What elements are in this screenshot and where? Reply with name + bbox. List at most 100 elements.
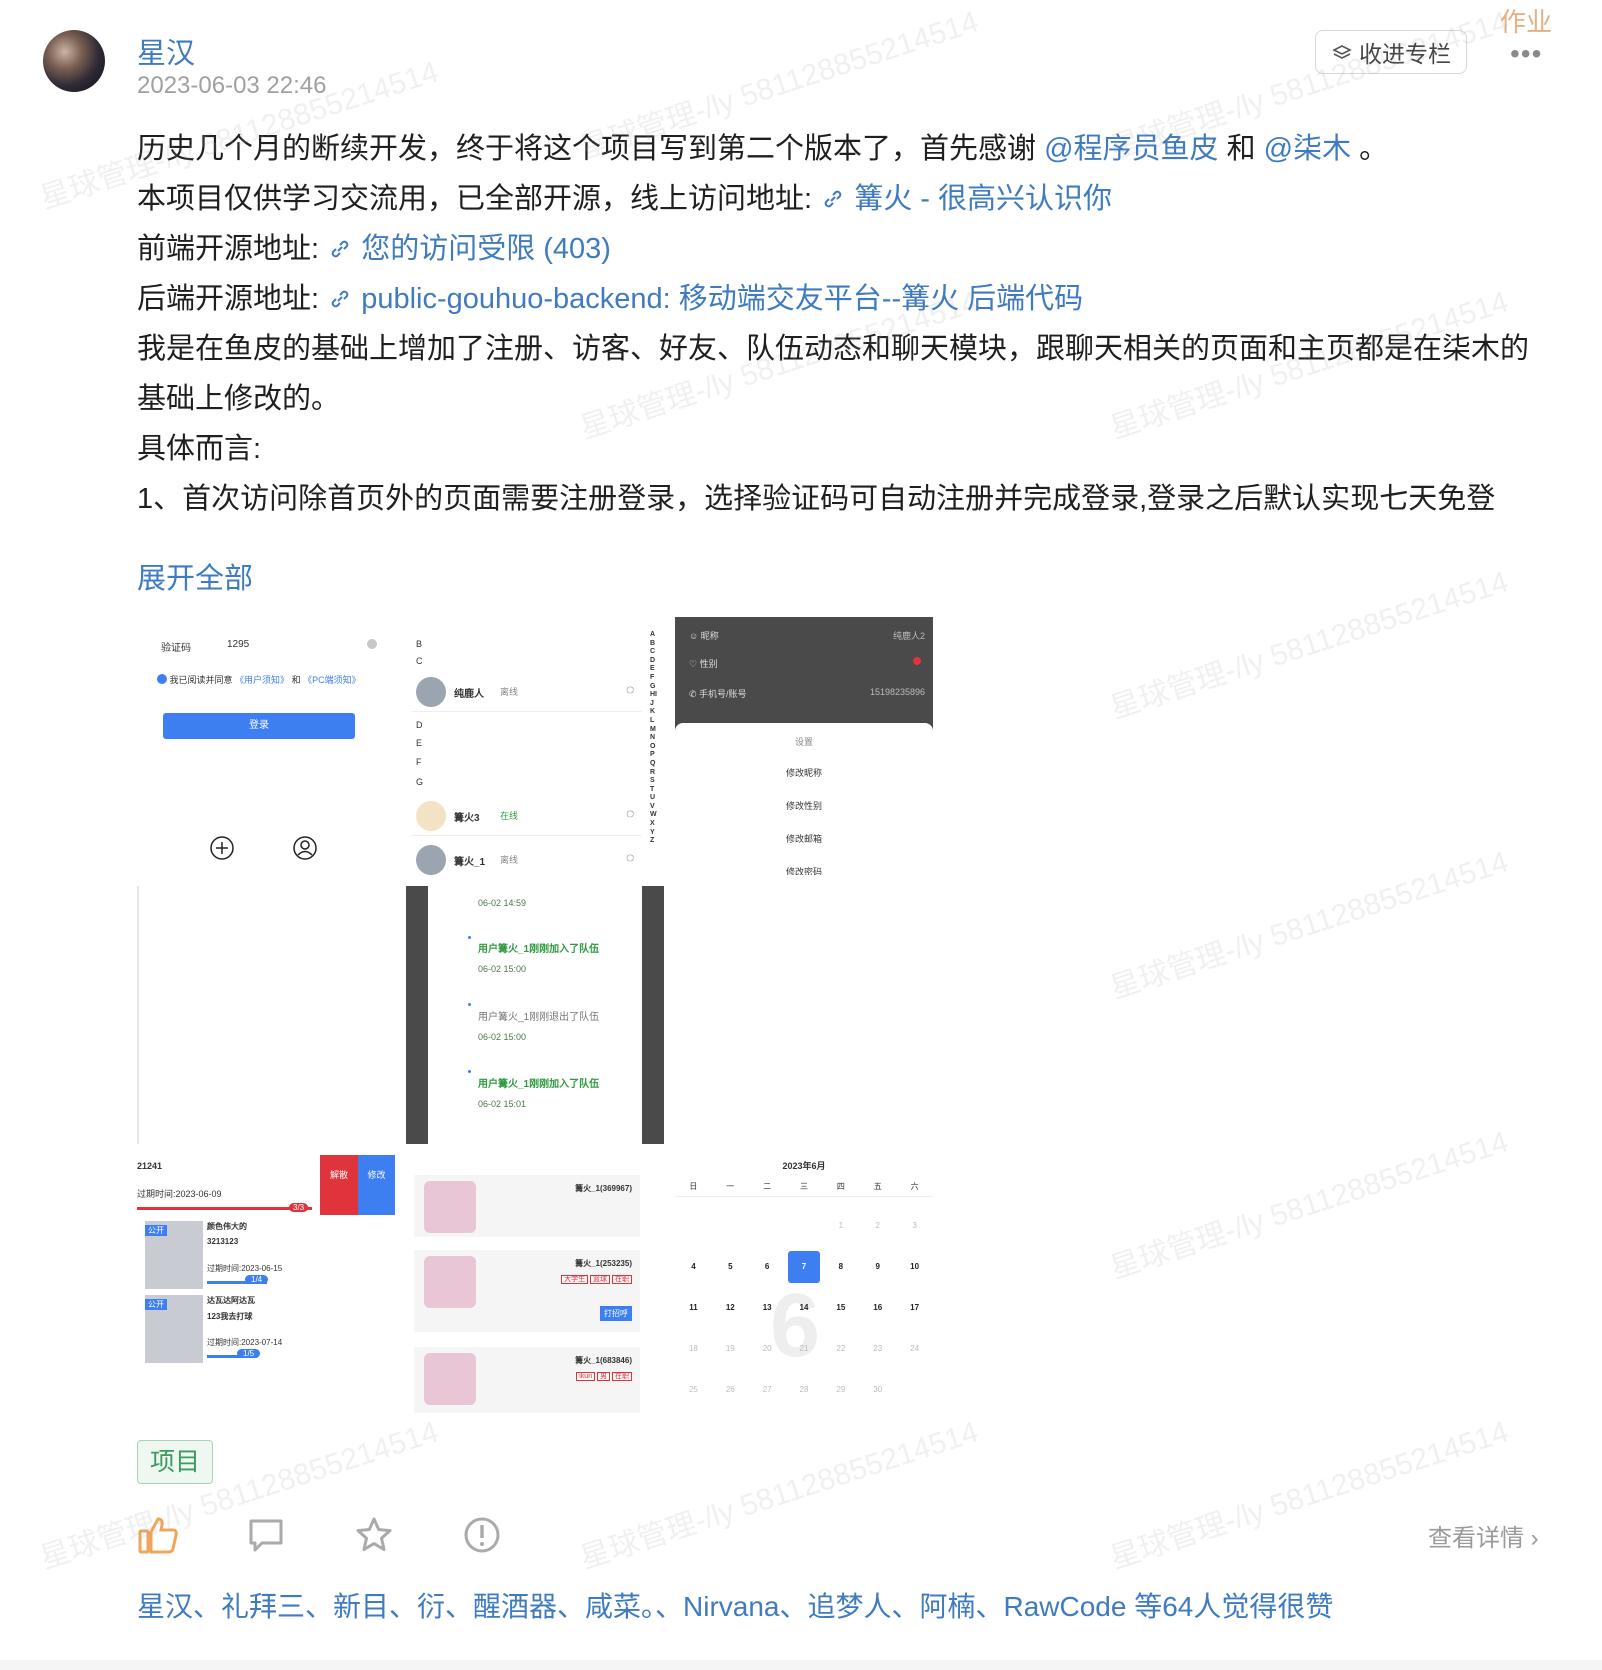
topic-tag[interactable]: 项目 [137, 1440, 214, 1484]
alert-circle-icon [464, 1517, 500, 1553]
greet-button: 打招呼 [600, 1306, 632, 1321]
team-desc: 3213123 [207, 1237, 239, 1246]
team-expire: 过期时间:2023-06-09 [137, 1189, 222, 1199]
timeline-dot [468, 1070, 471, 1073]
calendar-day: 27 [762, 1385, 772, 1394]
link-text: 您的访问受限 (403) [361, 233, 611, 265]
image-contacts-screen[interactable]: B C 纯鹿人 离线 ◌ D E F G 篝火3 在线 ◌ 篝火_1 离线 ◌ … [406, 617, 664, 875]
calendar-day: 19 [725, 1344, 735, 1353]
image-team-list[interactable]: 21241 过期时间:2023-06-09 3/3 解散 修改 公开 颜色伟大的… [137, 1155, 395, 1413]
user-name: 篝火_1(369967) [575, 1184, 632, 1193]
image-team-timeline[interactable]: 06-02 14:59 用户篝火_1刚刚加入了队伍 06-02 15:00 用户… [406, 886, 664, 1144]
link-icon [331, 290, 349, 308]
text: 。 [1351, 133, 1389, 165]
user-tag: 在职 [612, 1275, 632, 1284]
letter-e: E [416, 738, 423, 748]
avatar [416, 845, 446, 875]
external-link[interactable]: public-gouhuo-backend: 移动端交友平台--篝火 后端代码 [327, 283, 1083, 315]
author-avatar[interactable] [43, 30, 105, 92]
likes-summary[interactable]: 星汉、礼拜三、新目、衍、醒酒器、咸菜。、Nirvana、追梦人、阿楠、RawCo… [137, 1585, 1333, 1625]
more-icon[interactable]: ••• [1510, 38, 1542, 70]
edit-button: 修改 [358, 1155, 395, 1215]
contact-row: 纯鹿人 离线 ◌ [412, 673, 642, 712]
view-detail-link[interactable]: 查看详情 › [1428, 1518, 1539, 1553]
comment-button[interactable] [245, 1514, 287, 1556]
image-settings-screen[interactable]: ☺ 昵称 纯鹿人2 ♡ 性别 ✆ 手机号/账号 15198235896 设置 修… [675, 617, 933, 875]
agree-row: 我已阅读并同意 《用户须知》 和 《PC端须知》 [157, 673, 361, 686]
contact-status: 在线 [500, 811, 519, 821]
mention-link[interactable]: @柒木 [1264, 133, 1351, 165]
user-tags: ikun 男 在职 [576, 1371, 632, 1381]
image-login-screen[interactable]: 验证码 1295 我已阅读并同意 《用户须知》 和 《PC端须知》 登录 [137, 617, 395, 875]
letter-g: G [416, 777, 424, 787]
calendar-day: 11 [689, 1303, 698, 1312]
like-button[interactable] [137, 1514, 179, 1556]
thumbs-up-icon [138, 1517, 178, 1554]
sheet-item: 修改昵称 [785, 768, 822, 778]
user-avatar [424, 1181, 476, 1233]
setting-row: ✆ 手机号/账号 [689, 689, 747, 699]
user-tag: 篮球 [590, 1275, 611, 1284]
calendar-day: 17 [910, 1303, 920, 1312]
user-tag: 在职 [612, 1372, 632, 1381]
timeline-dot [468, 1003, 471, 1006]
public-badge: 公开 [145, 1299, 167, 1310]
code-label: 验证码 [161, 643, 191, 654]
agree-link: 《用户须知》 [235, 675, 290, 685]
timeline-time: 06-02 15:00 [478, 964, 527, 974]
image-blank-screen[interactable] [137, 886, 395, 1144]
sheet-item: 修改邮箱 [785, 834, 822, 844]
agree-link: 《PC端须知》 [303, 675, 361, 685]
user-avatar [424, 1353, 476, 1405]
image-user-list[interactable]: 篝火_1(369967) 篝火_1(253235) 大学生 篮球 在职 打招呼 … [406, 1155, 664, 1413]
calendar-day: 9 [875, 1262, 880, 1271]
external-link[interactable]: 篝火 - 很高兴认识你 [820, 183, 1112, 215]
timeline-time: 06-02 15:01 [478, 1099, 527, 1109]
watermark: 星球管理-/ly 5811288552145​14 [1106, 845, 1513, 1006]
letter-f: F [416, 757, 422, 767]
location-icon [913, 657, 921, 665]
image-calendar[interactable]: 2023年6月 6 日一二三四五六 1 2 3 4 5 6 7 8 9 10 11 12 13 14 15 1… [675, 1155, 933, 1413]
user-name: 篝火_1(683846) [575, 1356, 632, 1365]
sheet-item: 修改密码 [785, 867, 822, 875]
action-bar [137, 1510, 503, 1560]
calendar-day: 13 [762, 1303, 772, 1312]
sheet-title: 设置 [794, 737, 813, 747]
calendar-day: 7 [786, 1250, 823, 1283]
calendar-day: 21 [799, 1344, 809, 1353]
collect-to-column-button[interactable]: 收进专栏 [1315, 30, 1467, 74]
expand-all-link[interactable]: 展开全部 [137, 555, 253, 597]
team-progress-bar [137, 1207, 312, 1210]
chat-icon: ◌ [626, 681, 635, 697]
calendar-day: 23 [873, 1344, 883, 1353]
chevron-right-icon: › [1530, 1525, 1539, 1552]
agree-and: 和 [291, 675, 301, 685]
content-line-6: 具体而言: [137, 433, 262, 465]
favorite-button[interactable] [353, 1514, 395, 1556]
text: 和 [1218, 133, 1264, 165]
calendar-title: 2023年6月 [782, 1161, 826, 1171]
timeline-time: 06-02 15:00 [478, 1032, 527, 1042]
letter-d: D [416, 720, 423, 730]
calendar-day: 6 [764, 1262, 770, 1271]
mention-link[interactable]: @程序员鱼皮 [1044, 133, 1218, 165]
timeline-text: 用户篝火_1刚刚加入了队伍 [478, 944, 600, 955]
letter-c: C [416, 656, 423, 666]
external-link[interactable]: 您的访问受限 (403) [327, 233, 611, 265]
report-button[interactable] [461, 1514, 503, 1556]
calendar-week: 18 19 20 21 22 23 24 [675, 1328, 933, 1369]
calendar-day: 16 [873, 1303, 883, 1312]
team-name: 颜色伟大的 [207, 1222, 247, 1231]
watermark: 星球管理-/ly 5811288552145​14 [1106, 565, 1513, 726]
calendar-day: 1 [838, 1221, 844, 1230]
weekday-label: 五 [873, 1182, 882, 1191]
setting-row: ♡ 性别 [689, 659, 718, 669]
calendar-day: 2 [875, 1221, 880, 1230]
calendar-week: 25 26 27 28 29 30 [675, 1369, 933, 1410]
setting-label: 昵称 [700, 631, 719, 641]
team-item-progress-label: 1/4 [245, 1275, 269, 1284]
calendar-day: 26 [725, 1385, 735, 1394]
team-name: 达瓦达阿达瓦 [207, 1296, 255, 1305]
calendar-day: 12 [725, 1303, 735, 1312]
author-name[interactable]: 星汉 [137, 30, 195, 72]
